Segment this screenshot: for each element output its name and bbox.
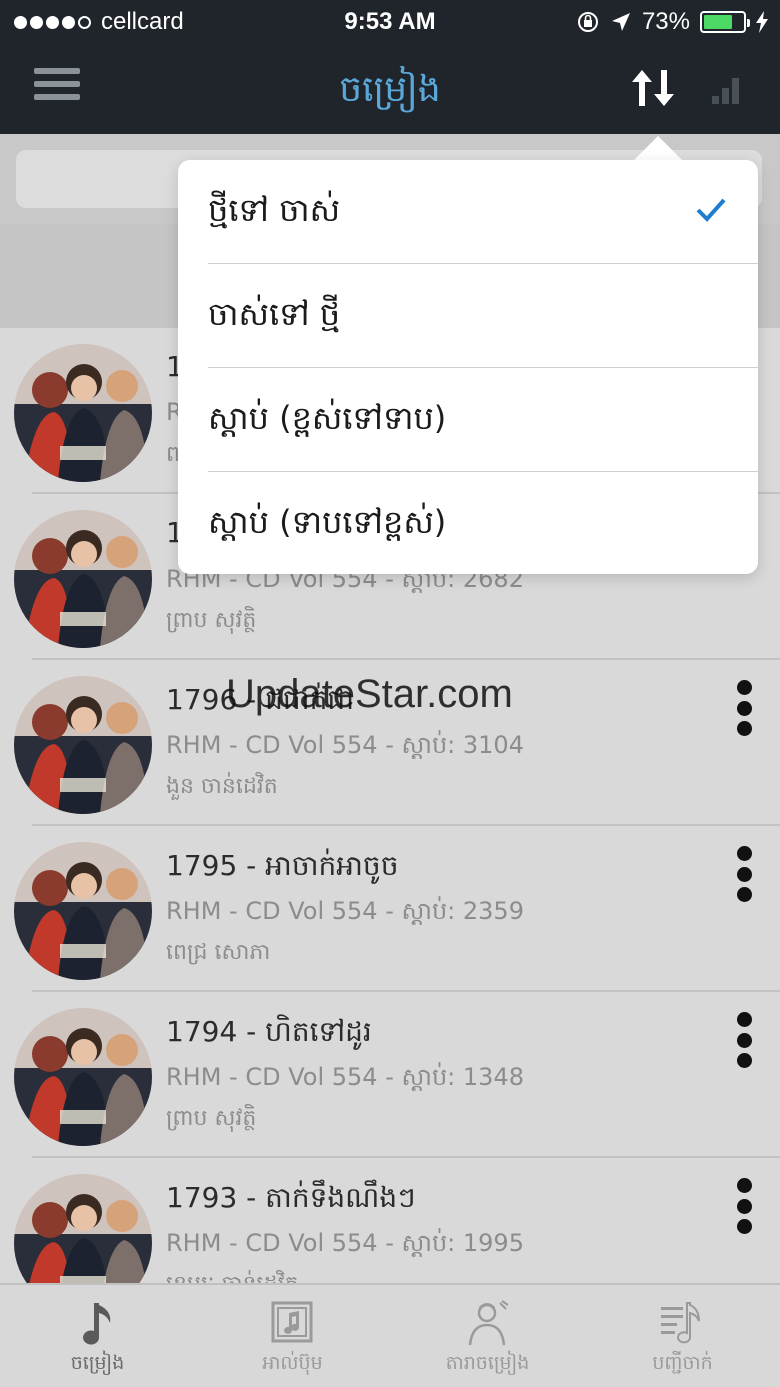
singer-icon bbox=[468, 1300, 509, 1346]
song-row[interactable]: 1793 - តាក់ទឹងណឹងៗ RHM - CD Vol 554 - ស្… bbox=[0, 1158, 780, 1283]
song-row[interactable]: 1795 - អាចាក់អាចូច RHM - CD Vol 554 - ស្… bbox=[0, 826, 780, 992]
tab-label: ចម្រៀង bbox=[70, 1352, 125, 1374]
song-artist: ពេជ្រ សោភា bbox=[166, 940, 271, 965]
status-bar: cellcard 9:53 AM 73% bbox=[0, 0, 780, 44]
music-note-icon bbox=[83, 1303, 111, 1345]
charging-bolt-icon bbox=[756, 11, 768, 33]
sort-option-label: ស្តាប់ (ខ្ពស់ទៅទាប) bbox=[208, 399, 447, 437]
checkmark-icon bbox=[696, 198, 726, 222]
song-info: RHM - CD Vol 554 - ស្តាប់: 3104 bbox=[166, 731, 524, 759]
tab-bar: ចម្រៀង អាល់ប៊ុម តារាចម្រៀង បញ្ជីចាក់ bbox=[0, 1283, 780, 1387]
song-artist: ងួន ចាន់ដេវិត bbox=[166, 774, 278, 799]
album-icon bbox=[271, 1301, 313, 1343]
sort-option-label: ចាស់ទៅ ថ្មី bbox=[208, 295, 341, 333]
tab-label: អាល់ប៊ុម bbox=[262, 1352, 323, 1374]
sort-icon[interactable] bbox=[628, 66, 678, 110]
song-info: RHM - CD Vol 554 - ស្តាប់: 1348 bbox=[166, 1063, 524, 1091]
sort-option[interactable]: ថ្មីទៅ ចាស់ bbox=[208, 160, 758, 264]
more-options-icon[interactable] bbox=[734, 1012, 754, 1068]
sort-menu: ថ្មីទៅ ចាស់ ចាស់ទៅ ថ្មី ស្តាប់ (ខ្ពស់ទៅទ… bbox=[178, 160, 758, 574]
album-cover-image bbox=[14, 510, 152, 648]
song-artist: ព្រាប សុវត្ថិ bbox=[166, 608, 257, 633]
sort-option-label: ស្តាប់ (ទាបទៅខ្ពស់) bbox=[208, 503, 447, 541]
song-info: RHM - CD Vol 554 - ស្តាប់: 1995 bbox=[166, 1229, 524, 1257]
navigation-bar: ចម្រៀង bbox=[0, 44, 780, 134]
status-indicators: 73% bbox=[576, 8, 768, 36]
song-artist: ខេមរៈ ចាន់ដេវិត bbox=[166, 1270, 298, 1283]
tab-label: តារាចម្រៀង bbox=[445, 1352, 530, 1374]
tab-label: បញ្ជីចាក់ bbox=[652, 1352, 713, 1374]
song-info: RHM - CD Vol 554 - ស្តាប់: 2359 bbox=[166, 897, 524, 925]
watermark: UpdateStar.com bbox=[226, 672, 513, 716]
song-title: 1794 - ហិតទៅដូរ bbox=[166, 1015, 372, 1048]
playlist-icon bbox=[661, 1302, 700, 1344]
song-title: 1795 - អាចាក់អាចូច bbox=[166, 849, 399, 882]
tab-playlist[interactable]: បញ្ជីចាក់ bbox=[585, 1285, 780, 1387]
album-cover-image bbox=[14, 842, 152, 980]
song-title: 1793 - តាក់ទឹងណឹងៗ bbox=[166, 1181, 416, 1214]
more-options-icon[interactable] bbox=[734, 846, 754, 902]
tab-songs[interactable]: ចម្រៀង bbox=[0, 1285, 195, 1387]
tab-singers[interactable]: តារាចម្រៀង bbox=[390, 1285, 585, 1387]
song-artist: ព្រាប សុវត្ថិ bbox=[166, 1106, 257, 1131]
more-options-icon[interactable] bbox=[734, 680, 754, 736]
sort-option[interactable]: ចាស់ទៅ ថ្មី bbox=[208, 264, 758, 368]
album-cover-image bbox=[14, 676, 152, 814]
battery-percent: 73% bbox=[641, 8, 690, 35]
sort-option-label: ថ្មីទៅ ចាស់ bbox=[208, 191, 341, 229]
dropdown-arrow bbox=[634, 136, 682, 160]
location-arrow-icon bbox=[611, 13, 630, 31]
battery-fill bbox=[704, 15, 732, 29]
song-row[interactable]: 1794 - ហិតទៅដូរ RHM - CD Vol 554 - ស្តាប… bbox=[0, 992, 780, 1158]
album-cover-image bbox=[14, 1008, 152, 1146]
album-cover-image bbox=[14, 1174, 152, 1283]
signal-bars-icon[interactable] bbox=[712, 76, 742, 104]
sort-option[interactable]: ស្តាប់ (ខ្ពស់ទៅទាប) bbox=[208, 368, 758, 472]
battery-icon bbox=[700, 11, 750, 33]
album-cover-image bbox=[14, 344, 152, 482]
more-options-icon[interactable] bbox=[734, 1178, 754, 1234]
tab-albums[interactable]: អាល់ប៊ុម bbox=[195, 1285, 390, 1387]
rotation-lock-icon bbox=[577, 12, 598, 32]
sort-option[interactable]: ស្តាប់ (ទាបទៅខ្ពស់) bbox=[208, 472, 758, 576]
